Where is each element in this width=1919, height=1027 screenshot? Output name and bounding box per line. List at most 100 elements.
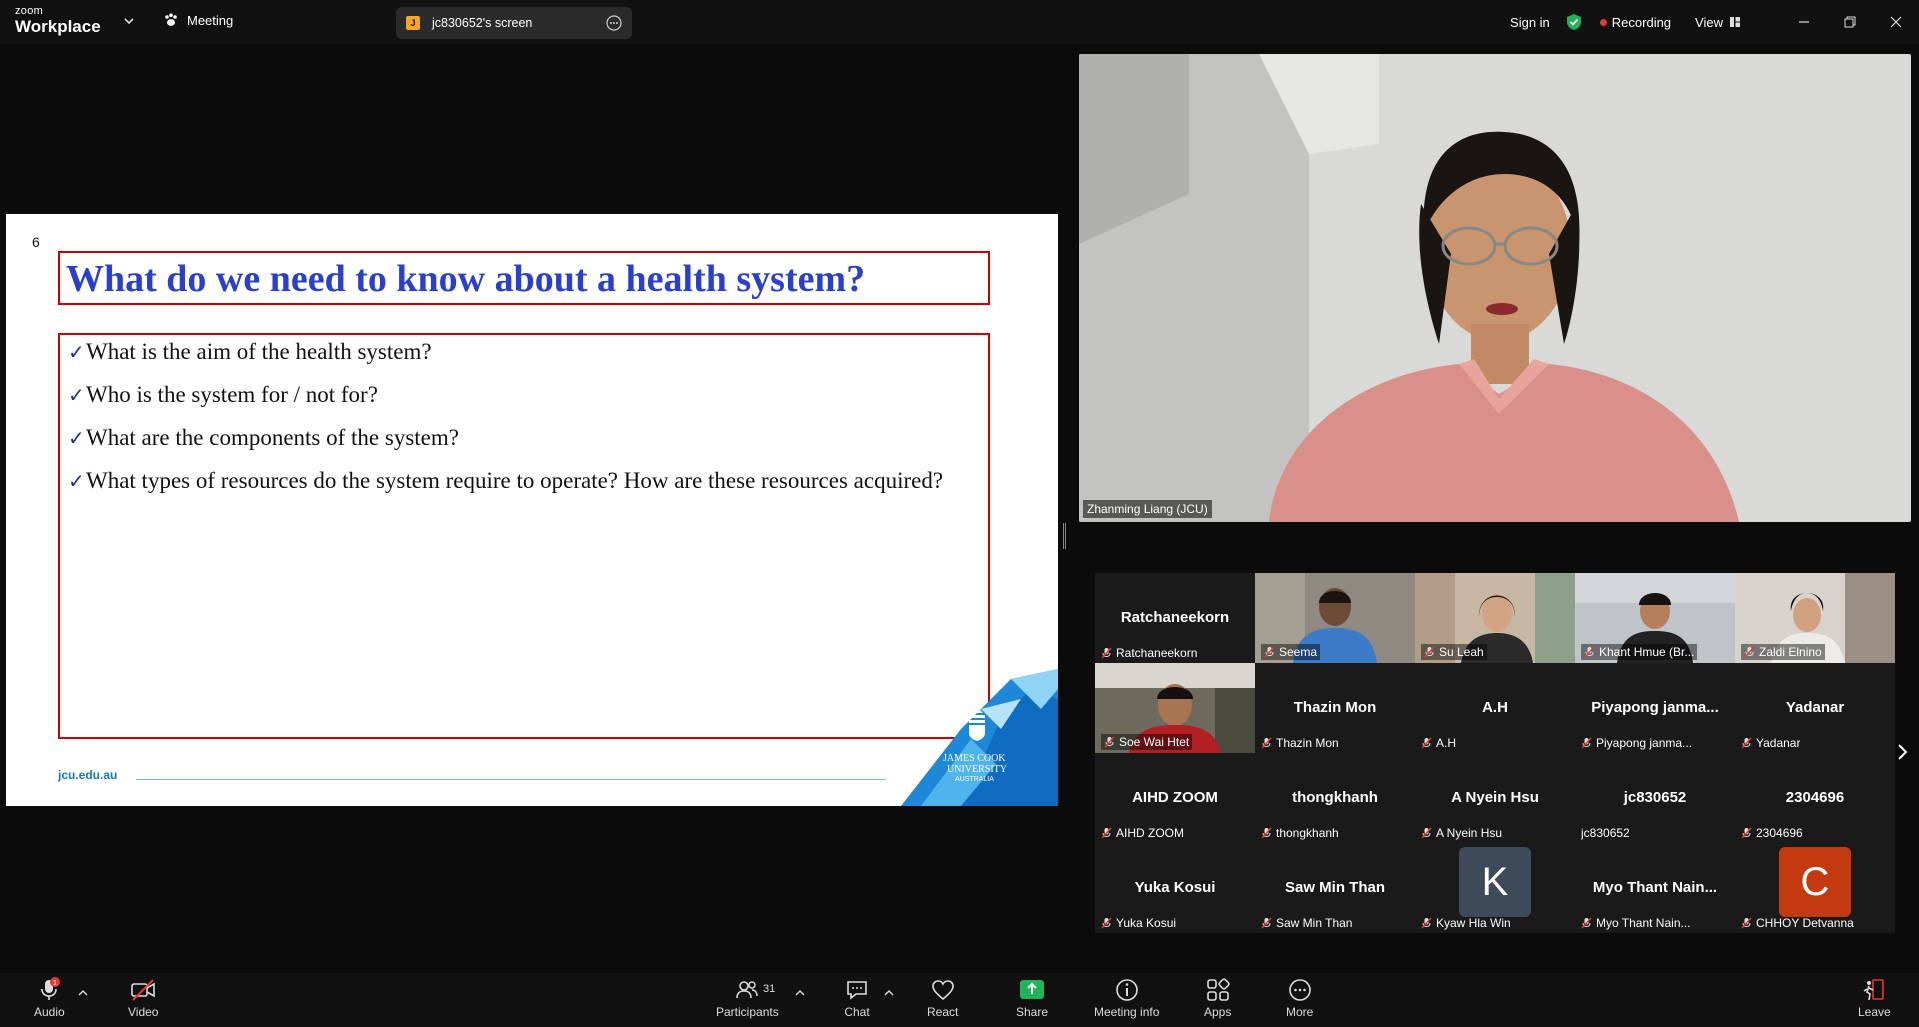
more-button[interactable]: More bbox=[1286, 977, 1313, 1019]
participant-tile[interactable]: Myo Thant Nain... Myo Thant Nain... bbox=[1575, 843, 1735, 933]
slide-number: 6 bbox=[32, 234, 40, 250]
participant-tile[interactable]: A.H A.H bbox=[1415, 663, 1575, 753]
sign-in-link[interactable]: Sign in bbox=[1510, 15, 1550, 30]
participant-tile[interactable]: Piyapong janma... Piyapong janma... bbox=[1575, 663, 1735, 753]
logo-top: zoom bbox=[15, 5, 44, 17]
shield-check-icon[interactable] bbox=[1566, 13, 1582, 31]
zoom-app: zoom Workplace Meeting J jc830652's scre… bbox=[0, 0, 1919, 1027]
restore-icon bbox=[1844, 16, 1856, 28]
participant-name: Thazin Mon bbox=[1276, 736, 1339, 750]
participant-display-name: A.H bbox=[1482, 699, 1508, 716]
video-label: Video bbox=[128, 1005, 159, 1019]
audio-caret-icon[interactable] bbox=[78, 989, 88, 997]
paw-icon bbox=[165, 13, 177, 26]
chevron-right-icon[interactable] bbox=[1894, 742, 1910, 762]
minimize-button[interactable] bbox=[1781, 0, 1827, 44]
split-view-handle[interactable] bbox=[1063, 523, 1066, 549]
participant-tile[interactable]: Saw Min Than Saw Min Than bbox=[1255, 843, 1415, 933]
close-icon bbox=[1890, 16, 1902, 28]
participant-tile[interactable]: thongkhanh thongkhanh bbox=[1255, 753, 1415, 843]
participant-name: jc830652 bbox=[1581, 826, 1630, 840]
slide-bullet: ✓ What types of resources do the system r… bbox=[68, 468, 968, 494]
participant-name: AIHD ZOOM bbox=[1116, 826, 1184, 840]
shared-screen-pill[interactable]: J jc830652's screen bbox=[396, 7, 632, 39]
participant-display-name: Ratchaneekorn bbox=[1120, 609, 1230, 626]
close-button[interactable] bbox=[1873, 0, 1919, 44]
participant-name-label: A Nyein Hsu bbox=[1421, 826, 1502, 840]
mic-muted-icon bbox=[1261, 917, 1272, 929]
participant-tile[interactable]: Soe Wai Htet bbox=[1095, 663, 1255, 753]
participant-tile[interactable]: Ratchaneekorn Ratchaneekorn bbox=[1095, 573, 1255, 663]
mic-muted-icon bbox=[1101, 917, 1112, 929]
participant-name: Yuka Kosui bbox=[1116, 916, 1177, 930]
participant-name-label: CHHOY Detvanna bbox=[1741, 916, 1854, 930]
react-button[interactable]: React bbox=[927, 977, 958, 1019]
participant-name-label: Ratchaneekorn bbox=[1101, 646, 1197, 660]
share-button[interactable]: Share bbox=[1016, 977, 1048, 1019]
slide-footer-line bbox=[136, 779, 886, 780]
checkmark-icon: ✓ bbox=[68, 383, 85, 407]
participant-tile[interactable]: K Kyaw Hla Win bbox=[1415, 843, 1575, 933]
grid-view-icon[interactable] bbox=[1729, 16, 1741, 28]
participant-display-name: AIHD ZOOM bbox=[1132, 789, 1218, 806]
jcu-logo-line1: JAMES COOK bbox=[943, 753, 1006, 764]
mic-muted-icon bbox=[1421, 737, 1432, 749]
restore-button[interactable] bbox=[1827, 0, 1873, 44]
participant-tile[interactable]: Zaldi Elnino bbox=[1735, 573, 1895, 663]
participant-tile[interactable]: AIHD ZOOM AIHD ZOOM bbox=[1095, 753, 1255, 843]
more-label: More bbox=[1286, 1005, 1314, 1019]
logo-bottom: Workplace bbox=[15, 17, 101, 36]
participant-display-name: 2304696 bbox=[1785, 789, 1845, 806]
participants-caret-icon[interactable] bbox=[795, 989, 805, 997]
participant-display-name: Thazin Mon bbox=[1293, 699, 1377, 716]
chat-caret-icon[interactable] bbox=[884, 989, 894, 997]
more-options-icon[interactable] bbox=[606, 15, 622, 31]
jcu-logo: JAMES COOK UNIVERSITY AUSTRALIA bbox=[901, 669, 1058, 806]
participant-tile[interactable]: Yuka Kosui Yuka Kosui bbox=[1095, 843, 1255, 933]
participant-tile[interactable]: A Nyein Hsu A Nyein Hsu bbox=[1415, 753, 1575, 843]
participant-tile[interactable]: Khant Hmue (Br... bbox=[1575, 573, 1735, 663]
speaker-name-label: Zhanming Liang (JCU) bbox=[1083, 500, 1212, 518]
meeting-button[interactable]: Meeting bbox=[163, 12, 233, 28]
participant-name-label: Yuka Kosui bbox=[1101, 916, 1176, 930]
participant-tile[interactable]: Yadanar Yadanar bbox=[1735, 663, 1895, 753]
mic-muted-icon bbox=[1741, 917, 1752, 929]
participant-name: Su Leah bbox=[1439, 645, 1484, 659]
slide-bullet: ✓ What are the components of the system? bbox=[68, 425, 968, 451]
view-button[interactable]: View bbox=[1695, 15, 1723, 30]
checkmark-icon: ✓ bbox=[68, 426, 85, 450]
speaker-video[interactable]: Zhanming Liang (JCU) bbox=[1079, 54, 1911, 522]
participant-name-label: AIHD ZOOM bbox=[1101, 826, 1184, 840]
meeting-info-button[interactable]: Meeting info bbox=[1094, 977, 1159, 1019]
participant-tile[interactable]: Su Leah bbox=[1415, 573, 1575, 663]
participant-tile[interactable]: 2304696 2304696 bbox=[1735, 753, 1895, 843]
participant-tile[interactable]: Thazin Mon Thazin Mon bbox=[1255, 663, 1415, 753]
participant-avatar: C bbox=[1779, 847, 1851, 917]
share-label: Share bbox=[1016, 1005, 1049, 1019]
chevron-down-icon[interactable] bbox=[122, 14, 136, 28]
video-button[interactable]: Video bbox=[128, 977, 158, 1019]
zoom-logo[interactable]: zoom Workplace bbox=[15, 5, 101, 36]
participant-name-label: 2304696 bbox=[1741, 826, 1803, 840]
chat-label: Chat bbox=[844, 1005, 870, 1019]
apps-button[interactable]: Apps bbox=[1204, 977, 1231, 1019]
participant-tile[interactable]: C CHHOY Detvanna bbox=[1735, 843, 1895, 933]
meeting-toolbar: 1 Audio Video Participants 31 Chat React… bbox=[0, 973, 1919, 1027]
leave-button[interactable]: Leave bbox=[1858, 977, 1891, 1019]
participant-display-name: Saw Min Than bbox=[1284, 879, 1385, 896]
recording-label[interactable]: Recording bbox=[1612, 15, 1671, 30]
mic-muted-icon bbox=[1424, 646, 1435, 658]
mic-muted-icon bbox=[1741, 827, 1752, 839]
participant-tile[interactable]: jc830652 jc830652 bbox=[1575, 753, 1735, 843]
participant-tile[interactable]: Seema bbox=[1255, 573, 1415, 663]
bullet-text: What are the components of the system? bbox=[86, 425, 459, 450]
participant-name: Ratchaneekorn bbox=[1116, 646, 1198, 660]
audio-button[interactable]: 1 Audio bbox=[34, 977, 65, 1019]
leave-label: Leave bbox=[1858, 1005, 1891, 1019]
chat-button[interactable]: Chat bbox=[844, 977, 870, 1019]
participant-name: Saw Min Than bbox=[1276, 916, 1353, 930]
participant-name: Kyaw Hla Win bbox=[1436, 916, 1511, 930]
participant-name: A.H bbox=[1436, 736, 1457, 750]
mic-muted-icon bbox=[1261, 827, 1272, 839]
mic-muted-icon bbox=[1101, 827, 1112, 839]
